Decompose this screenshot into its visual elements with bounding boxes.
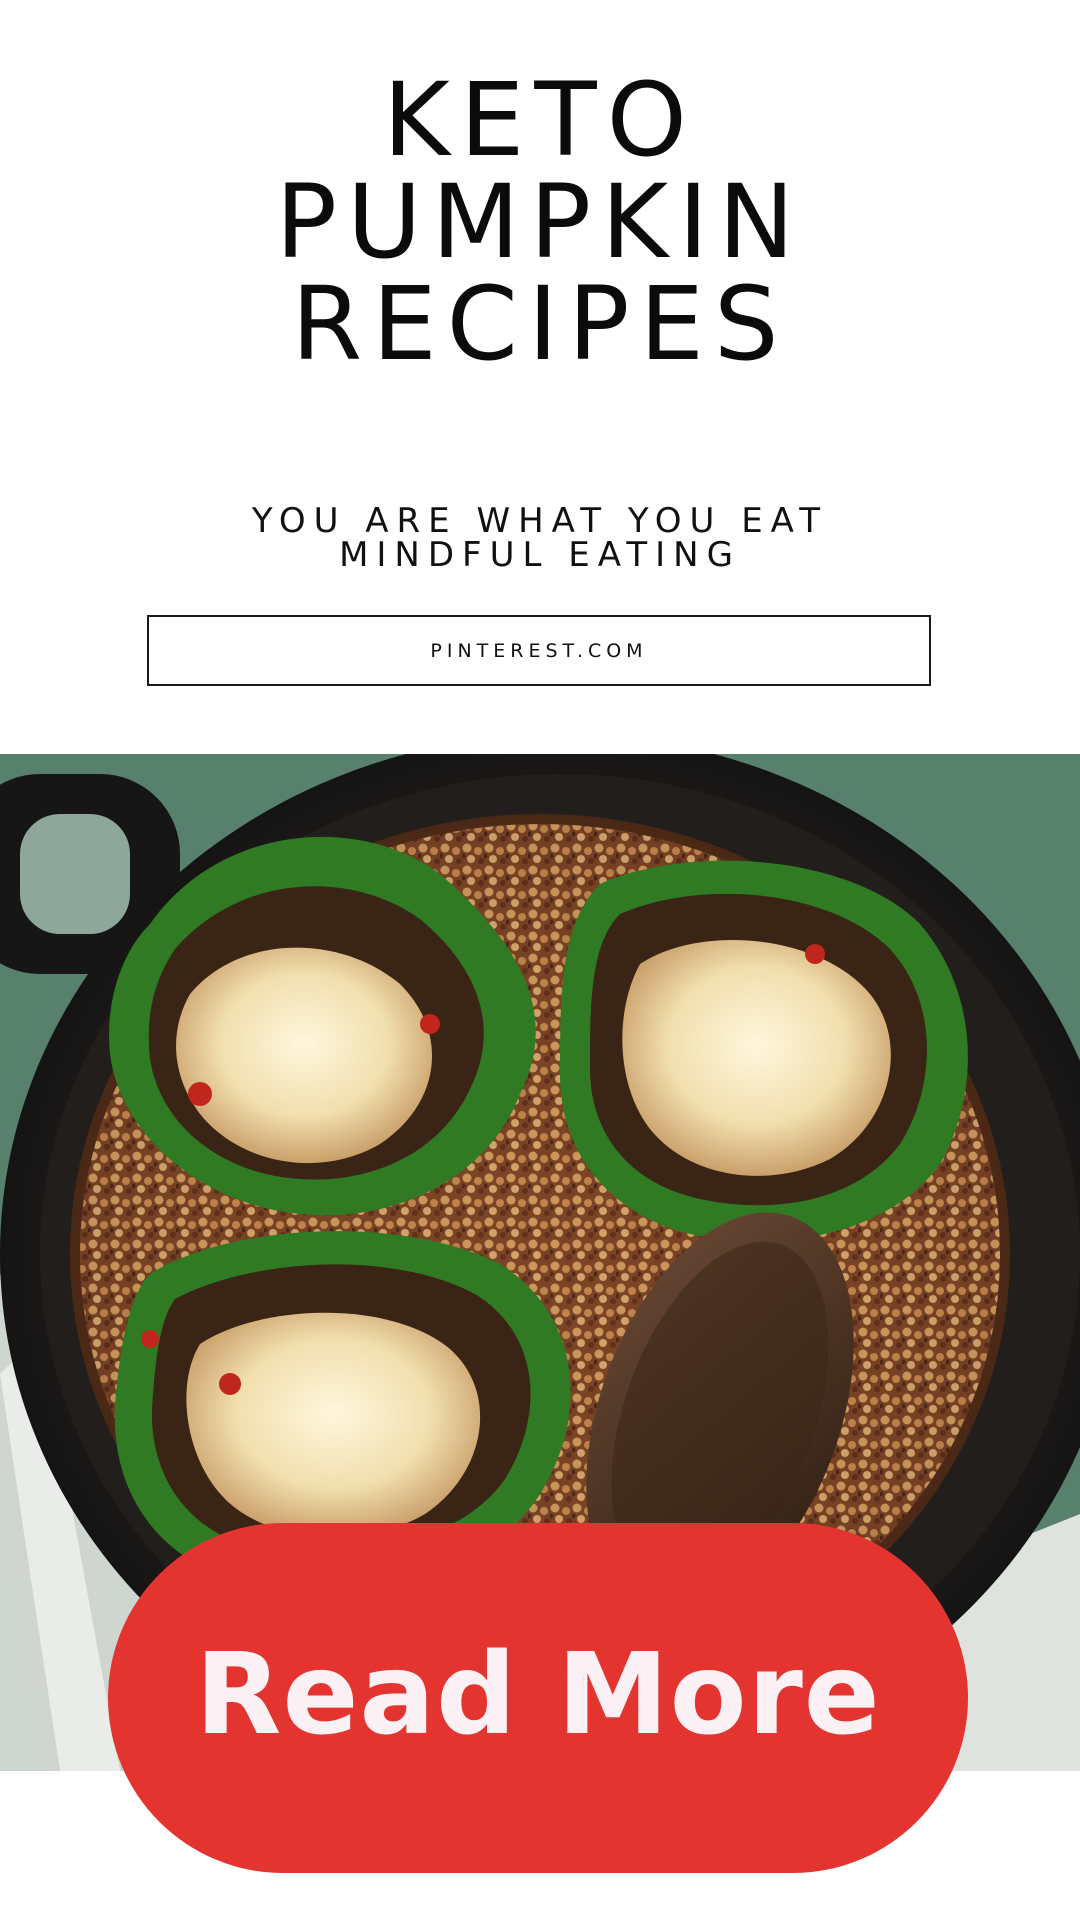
pepper-right xyxy=(560,860,968,1242)
page-title: KETO PUMPKIN RECIPES xyxy=(0,70,1080,376)
title-line-2: PUMPKIN xyxy=(275,163,805,282)
title-line-1: KETO xyxy=(383,61,697,180)
title-line-3: RECIPES xyxy=(291,265,789,384)
source-label: PINTEREST.COM xyxy=(430,639,648,662)
subtitle-line-2: MINDFUL EATING xyxy=(339,535,741,575)
read-more-label: Read More xyxy=(195,1630,881,1760)
source-link[interactable]: PINTEREST.COM xyxy=(147,615,931,686)
subtitle: YOU ARE WHAT YOU EAT MINDFUL EATING xyxy=(0,504,1080,572)
read-more-button[interactable]: Read More xyxy=(108,1523,968,1873)
subtitle-line-1: YOU ARE WHAT YOU EAT xyxy=(251,501,829,541)
